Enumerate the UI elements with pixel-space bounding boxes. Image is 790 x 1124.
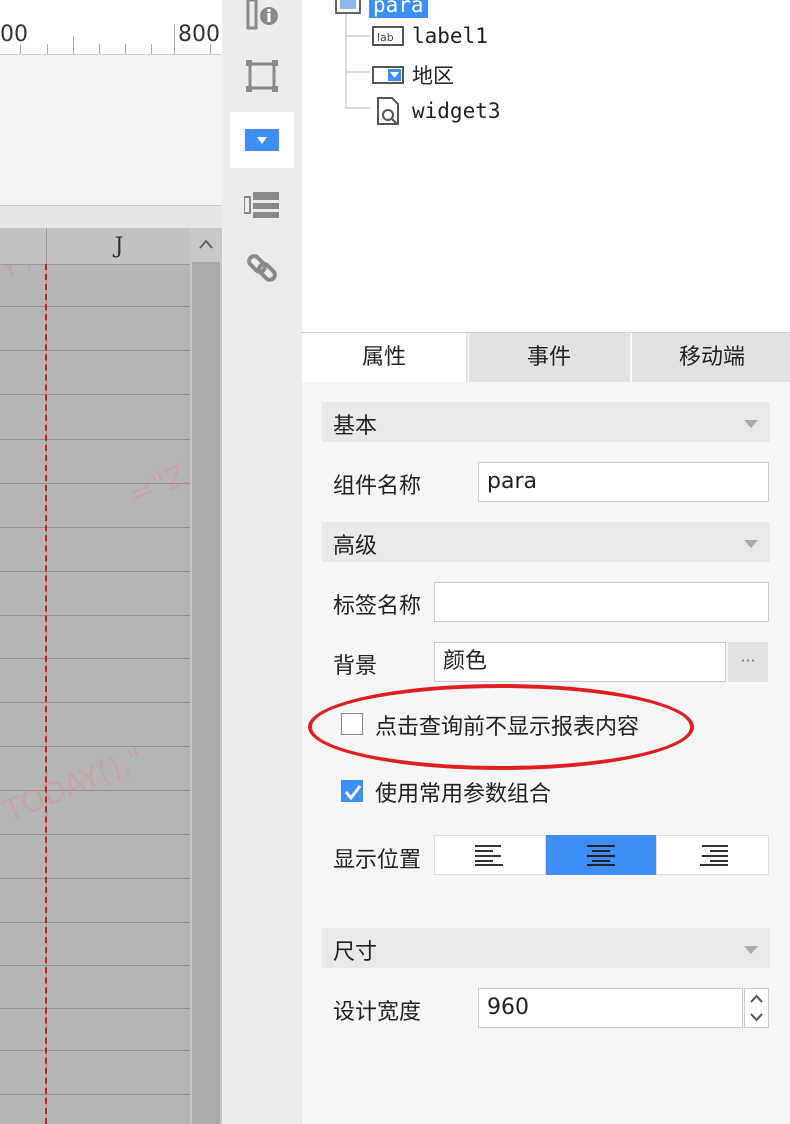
collapse-caret-icon	[744, 420, 758, 428]
canvas-separator	[0, 205, 222, 228]
center-align-icon	[587, 845, 615, 866]
widget-name-label: 组件名称	[333, 474, 422, 499]
align-center-button[interactable]	[546, 835, 656, 875]
design-canvas[interactable]	[0, 55, 222, 205]
tree-item-para[interactable]: para	[335, 0, 428, 18]
property-tabs: 属性 事件 移动端	[302, 332, 790, 383]
tree-item-label: 地区	[412, 64, 454, 88]
widget-name-input[interactable]: para	[478, 462, 769, 502]
tree-item-widget3[interactable]: widget3	[372, 96, 501, 126]
tag-name-input[interactable]	[434, 582, 769, 622]
scroll-up-arrow-icon[interactable]	[190, 230, 222, 260]
checkmark-icon	[344, 785, 362, 801]
background-label: 背景	[333, 654, 378, 679]
section-title: 基本	[333, 414, 378, 439]
list-widget-icon[interactable]	[230, 176, 294, 232]
widget-toolbar	[222, 0, 302, 1124]
tag-name-label: 标签名称	[333, 594, 422, 619]
parameter-panel-icon	[335, 0, 363, 16]
section-advanced[interactable]: 高级	[322, 522, 770, 562]
ruler-label: 800	[178, 22, 220, 47]
link-icon[interactable]	[230, 240, 294, 296]
formula-watermark: TODAY(),"	[0, 741, 149, 830]
collapse-caret-icon	[744, 946, 758, 954]
tab-events[interactable]: 事件	[468, 333, 629, 383]
section-title: 高级	[333, 534, 378, 559]
design-width-stepper[interactable]	[744, 988, 769, 1028]
tree-item-region[interactable]: 地区	[372, 60, 454, 90]
layout-frame-icon[interactable]	[230, 48, 294, 104]
formula-watermark: ="Z	[123, 458, 190, 513]
design-width-input[interactable]: 960	[478, 988, 743, 1028]
svg-text:lab: lab	[377, 31, 394, 44]
tree-item-label: widget3	[412, 99, 501, 123]
tab-properties[interactable]: 属性	[302, 333, 466, 383]
hide-before-query-checkbox[interactable]	[341, 713, 363, 735]
display-position-label: 显示位置	[333, 848, 422, 873]
use-common-params-checkbox[interactable]	[341, 780, 363, 802]
background-input[interactable]: 颜色	[434, 642, 726, 682]
ruler-label: 00	[0, 22, 28, 47]
design-width-label: 设计宽度	[333, 1000, 422, 1025]
collapse-caret-icon	[744, 540, 758, 548]
report-grid[interactable]: YY ="Z TODAY(),"	[0, 228, 190, 1124]
column-header-j[interactable]: J	[48, 228, 190, 264]
stepper-arrows-icon	[750, 994, 763, 1022]
tree-item-label: label1	[412, 24, 488, 48]
label-widget-icon: lab	[372, 25, 404, 47]
section-basic[interactable]: 基本	[322, 402, 770, 442]
use-common-params-label[interactable]: 使用常用参数组合	[375, 776, 551, 808]
section-size[interactable]: 尺寸	[322, 928, 770, 968]
left-align-icon	[475, 845, 503, 866]
align-right-button[interactable]	[656, 835, 769, 875]
right-align-icon	[699, 845, 728, 866]
tree-item-label: para	[369, 0, 428, 18]
tree-item-label1[interactable]: lab label1	[372, 24, 488, 48]
hide-before-query-label[interactable]: 点击查询前不显示报表内容	[375, 709, 639, 741]
query-widget-icon	[372, 96, 404, 126]
background-more-button[interactable]: ···	[728, 642, 768, 682]
align-left-button[interactable]	[434, 835, 546, 875]
tab-mobile[interactable]: 移动端	[630, 333, 790, 383]
scrollbar-thumb[interactable]	[192, 262, 220, 1124]
section-title: 尺寸	[333, 940, 378, 965]
dropdown-widget-icon[interactable]	[230, 112, 294, 168]
dropdown-widget-icon	[372, 64, 404, 86]
widget-info-icon[interactable]	[230, 0, 294, 30]
page-boundary-line	[45, 264, 47, 1124]
